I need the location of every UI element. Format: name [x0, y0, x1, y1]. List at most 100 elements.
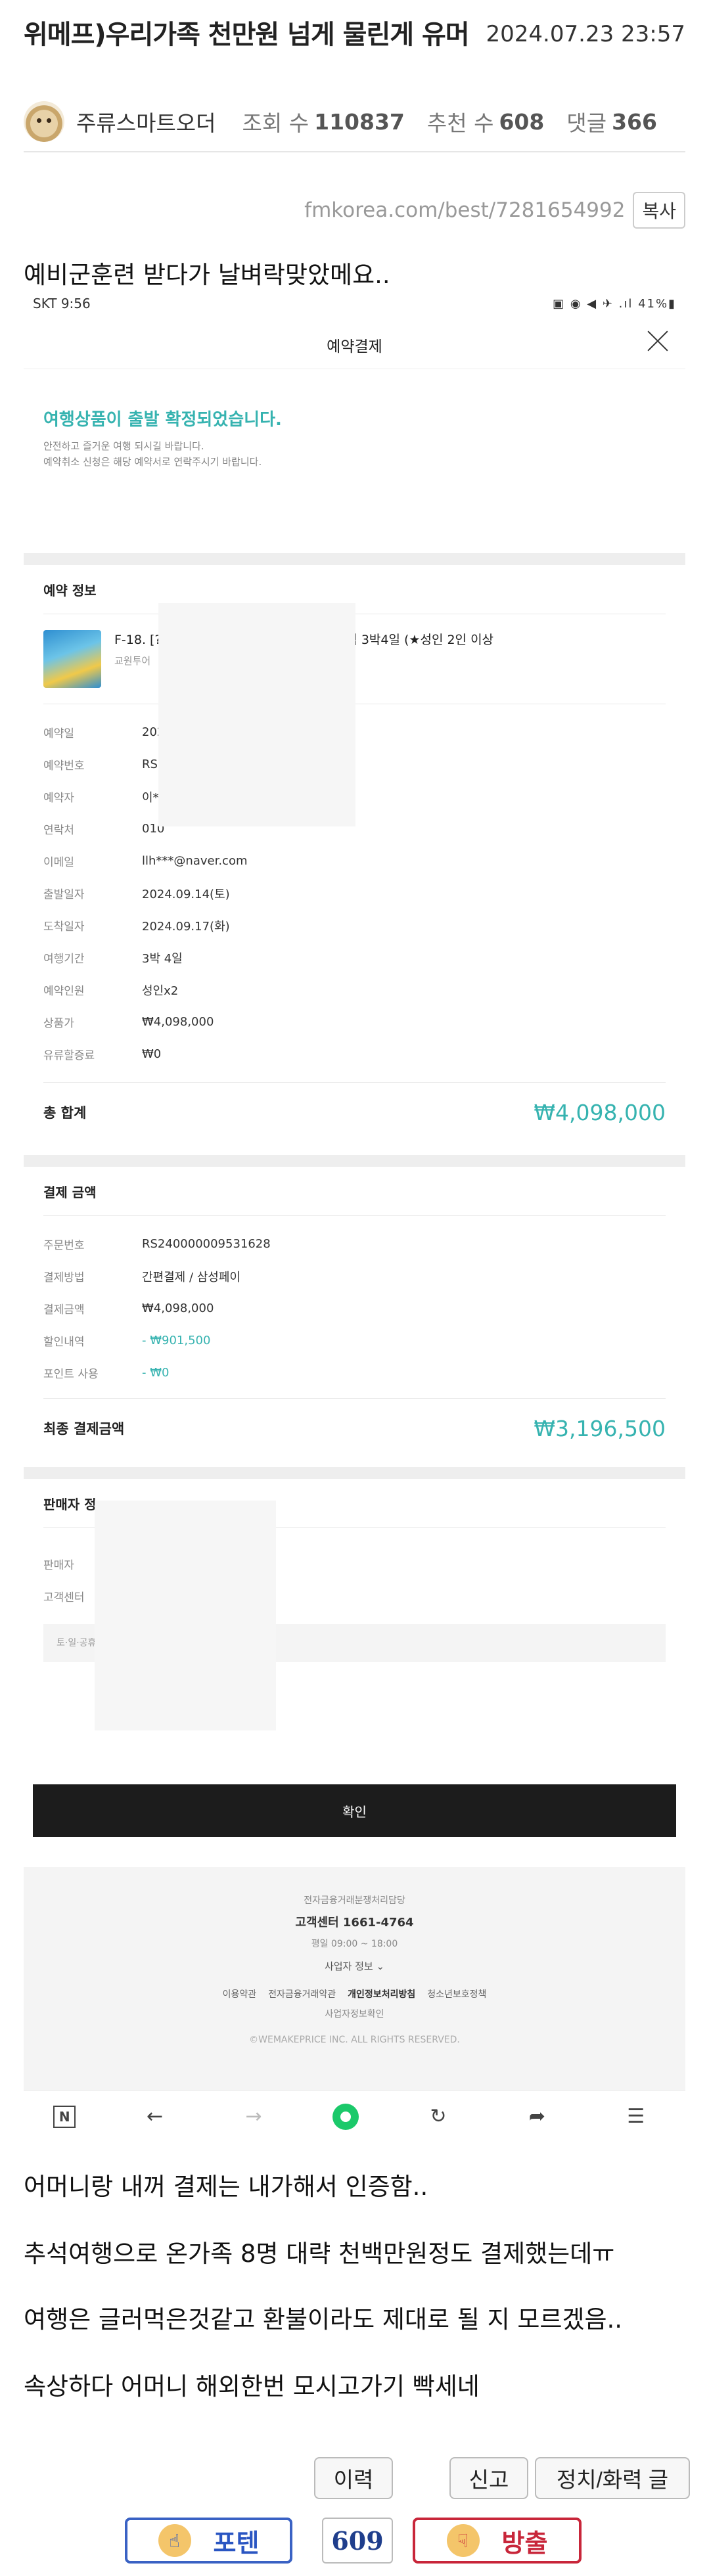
info-row-label: 결제금액	[43, 1303, 85, 1317]
footer-link[interactable]: 이용약관	[223, 1987, 257, 2000]
confirm-sub1: 안전하고 즐거운 여행 되시길 바랍니다.	[43, 440, 204, 452]
likes-count: 608	[499, 108, 545, 135]
info-row-label: 주문번호	[43, 1239, 85, 1252]
close-icon[interactable]	[646, 328, 670, 352]
info-row-value: 2024.09.17(화)	[142, 919, 230, 934]
back-arrow-icon[interactable]: ←	[135, 2105, 175, 2128]
reservation-section-title: 예약 정보	[43, 582, 97, 599]
total-value: ₩4,098,000	[534, 1099, 666, 1125]
history-button[interactable]: 이력	[314, 2457, 393, 2499]
info-row-value: RS	[142, 757, 158, 771]
url-row: fmkorea.com/best/7281654992 복사	[0, 192, 709, 229]
post-date: 2024.07.23 23:57	[486, 21, 685, 47]
home-icon[interactable]	[332, 2103, 359, 2130]
info-row-value: ₩4,098,000	[142, 1015, 214, 1029]
info-row: 도착일자 2024.09.17(화)	[43, 909, 666, 941]
info-row: 할인내역 - ₩901,500	[43, 1324, 666, 1357]
info-row-label: 예약일	[43, 727, 74, 740]
app-footer: 전자금융거래분쟁처리담당 고객센터 1661-4764 평일 09:00 ~ 1…	[24, 1867, 685, 2090]
info-row-label: 상품가	[43, 1017, 74, 1030]
footer-link[interactable]: 개인정보처리방침	[348, 1987, 415, 2000]
post-intro: 예비군훈련 받다가 날벼락맞았메요..	[24, 261, 390, 289]
author-name[interactable]: 주류스마트오더	[76, 106, 216, 137]
footer-link[interactable]: 청소년보호정책	[427, 1987, 486, 2000]
payment-rows: 주문번호 RS240000009531628 결제방법 간편결제 / 삼성페이 결제금액…	[24, 1216, 685, 1389]
post-paragraph: 속상하다 어머니 해외한번 모시고가기 빡세네	[24, 2372, 480, 2401]
info-row-label: 포인트 사용	[43, 1368, 99, 1381]
info-row-value: - ₩901,500	[142, 1334, 211, 1347]
confirm-title: 여행상품이 출발 확정되었습니다.	[43, 410, 282, 430]
footer-links: 이용약관 전자금융거래약관 개인정보처리방침 청소년보호정책	[24, 1987, 685, 2000]
info-row-value: 성인x2	[142, 983, 179, 998]
info-row: 주문번호 RS240000009531628	[43, 1228, 666, 1260]
footer-copyright: ©WEMAKEPRICE INC. ALL RIGHTS RESERVED.	[249, 2035, 460, 2045]
copy-url-button[interactable]: 복사	[633, 192, 685, 229]
info-row-value: ₩4,098,000	[142, 1301, 214, 1315]
info-row-label: 할인내역	[43, 1336, 85, 1349]
final-value: ₩3,196,500	[534, 1415, 666, 1441]
post-header: 위메프)우리가족 천만원 넘게 물린게 유머 2024.07.23 23:57 …	[0, 0, 709, 152]
info-row: 결제금액 ₩4,098,000	[43, 1292, 666, 1324]
info-row-label: 도착일자	[43, 920, 85, 934]
footer-hours: 평일 09:00 ~ 18:00	[311, 1939, 398, 1949]
info-row: 예약인원 성인x2	[43, 974, 666, 1006]
upvote-button[interactable]: ☝ 포텐	[125, 2518, 292, 2564]
info-row: 이메일 llh***@naver.com	[43, 845, 666, 877]
info-row-label: 이메일	[43, 856, 74, 869]
final-row: 최종 결제금액 ₩3,196,500	[24, 1399, 685, 1458]
embedded-screenshot: SKT 9:56 ▣ ◉ ◀ ✈ .ıl 41%▮ 예약결제 여행상품이 출발 …	[24, 290, 685, 2142]
footer-business-check[interactable]: 사업자정보확인	[24, 2007, 685, 2020]
section-divider	[24, 1467, 685, 1479]
footer-line1: 전자금융거래분쟁처리담당	[304, 1895, 405, 1906]
privacy-mask	[158, 603, 355, 826]
info-row: 포인트 사용 - ₩0	[43, 1357, 666, 1389]
politics-report-button[interactable]: 정치/화력 글	[535, 2457, 690, 2499]
refresh-icon[interactable]: ↻	[419, 2105, 458, 2128]
status-left: SKT 9:56	[33, 296, 91, 311]
post-meta: 주류스마트오더 조회 수 110837 추천 수 608 댓글 366	[24, 92, 685, 152]
info-row-label: 여행기간	[43, 953, 85, 966]
comments-label: 댓글	[566, 110, 607, 136]
total-row: 총 합계 ₩4,098,000	[24, 1083, 685, 1142]
info-row-label: 결제방법	[43, 1271, 85, 1284]
post-title: 위메프)우리가족 천만원 넘게 물린게 유머	[24, 20, 470, 50]
info-row-label: 예약자	[43, 792, 74, 805]
info-row-label: 출발일자	[43, 888, 85, 901]
browser-nav-bar: N ← → ↻ ➦ ☰	[24, 2090, 685, 2142]
info-row-value: 3박 4일	[142, 951, 183, 966]
downvote-label: 방출	[501, 2528, 548, 2558]
info-row-value: llh***@naver.com	[142, 854, 248, 868]
info-row-value: - ₩0	[142, 1366, 170, 1380]
section-divider	[24, 1155, 685, 1167]
footer-phone[interactable]: 고객센터 1661-4764	[24, 1913, 685, 1930]
downvote-button[interactable]: ☟ 방출	[413, 2518, 582, 2564]
status-icons: ▣ ◉ ◀ ✈ .ıl 41%▮	[553, 296, 676, 311]
info-row-label: 유류할증료	[43, 1049, 95, 1062]
payment-section-title: 결제 금액	[43, 1184, 97, 1200]
menu-icon[interactable]: ☰	[616, 2105, 656, 2128]
vote-count: 609	[322, 2518, 393, 2564]
forward-arrow-icon[interactable]: →	[234, 2105, 273, 2128]
report-button[interactable]: 신고	[449, 2457, 528, 2499]
info-row-value: 이*	[142, 790, 159, 805]
section-divider	[24, 553, 685, 565]
info-row-label: 예약번호	[43, 759, 85, 773]
footer-link[interactable]: 전자금융거래약관	[268, 1987, 336, 2000]
views-label: 조회 수	[242, 110, 309, 136]
post-paragraph: 여행은 글러먹은것같고 환불이라도 제대로 될 지 모르겠음..	[24, 2305, 623, 2334]
comments-count[interactable]: 366	[612, 109, 657, 135]
confirm-button[interactable]: 확인	[33, 1784, 676, 1837]
product-thumbnail	[43, 630, 101, 688]
naver-n-icon[interactable]: N	[53, 2105, 76, 2128]
info-row-label: 연락처	[43, 824, 74, 837]
post-url[interactable]: fmkorea.com/best/7281654992	[304, 198, 625, 222]
info-row: 출발일자 2024.09.14(토)	[43, 877, 666, 909]
post-paragraph: 어머니랑 내꺼 결제는 내가해서 인증함..	[24, 2173, 428, 2201]
info-row-value: ₩0	[142, 1047, 162, 1061]
total-label: 총 합계	[43, 1105, 87, 1121]
confirm-banner: 여행상품이 출발 확정되었습니다. 안전하고 즐거운 여행 되시길 바랍니다. …	[24, 369, 685, 553]
avatar[interactable]	[24, 101, 64, 142]
business-info-toggle[interactable]: 사업자 정보 ⌄	[24, 1959, 685, 1973]
app-topbar: 예약결제	[24, 317, 685, 369]
share-icon[interactable]: ➦	[517, 2105, 557, 2128]
